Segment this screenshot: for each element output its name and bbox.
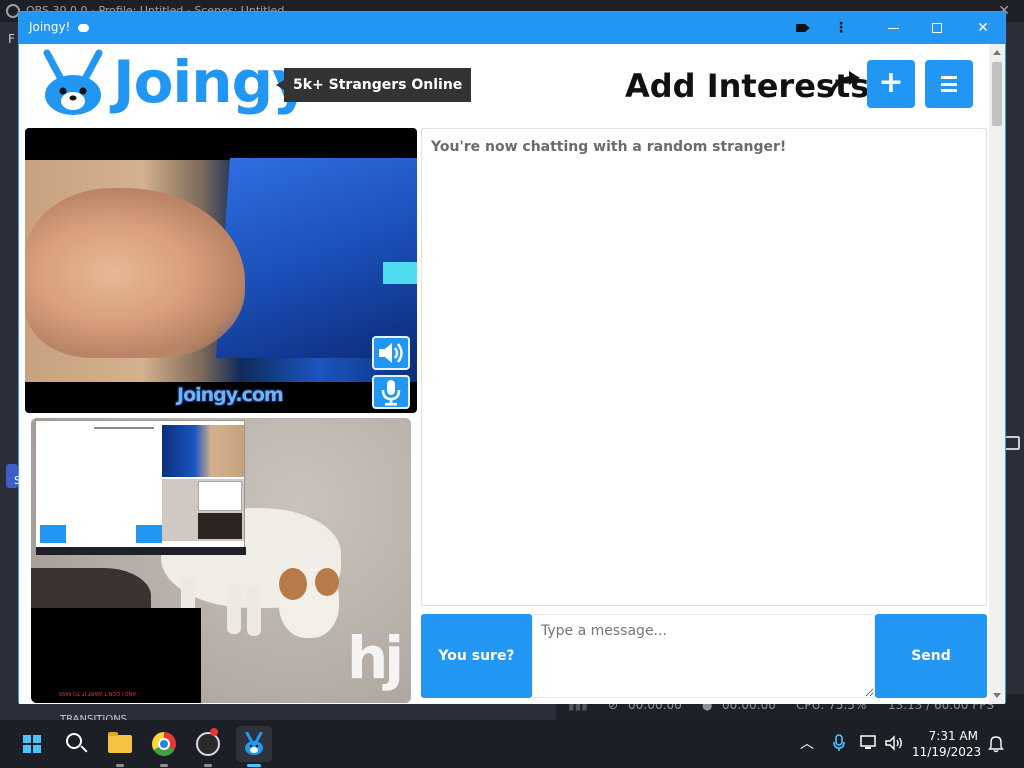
recording-dot-icon	[210, 728, 218, 736]
microphone-toggle-button[interactable]	[372, 375, 410, 409]
obs-scene-letter: S	[14, 474, 21, 487]
microphone-icon	[381, 380, 401, 406]
taskbar: ︿ 7:31 AM 11/19/2023	[0, 720, 1024, 768]
stop-chat-button[interactable]: You sure?	[421, 614, 532, 698]
obs-menu-file[interactable]: F	[8, 32, 15, 46]
scroll-up-icon[interactable]	[993, 50, 1001, 55]
plus-icon: +	[878, 65, 904, 100]
chat-log[interactable]: You're now chatting with a random strang…	[421, 128, 987, 606]
obs-scenes-panel	[0, 390, 18, 710]
pip-stranger-video	[162, 425, 244, 477]
window-title-text: Joingy!	[29, 20, 71, 34]
site-header: Joingy 5k+ Strangers Online Add Interest…	[19, 44, 989, 124]
scroll-thumb[interactable]	[992, 62, 1002, 126]
bunny-logo-icon	[43, 49, 103, 115]
window-title-bar[interactable]: Joingy! ⋮ ✕	[19, 12, 1005, 44]
add-interests-button[interactable]: +	[867, 60, 915, 108]
obs-icon	[196, 732, 220, 756]
chrome-icon	[152, 732, 176, 756]
file-explorer-icon	[108, 732, 132, 753]
send-button[interactable]: Send	[875, 614, 987, 698]
laptop-screen	[216, 158, 417, 358]
close-button[interactable]: ✕	[963, 12, 1003, 44]
pip-stop-button	[40, 525, 66, 543]
self-video: AND I DON'T WANT IT TO PASS hj	[31, 418, 411, 703]
dog-leg	[227, 584, 241, 634]
dog-ear	[315, 568, 339, 596]
page-scrollbar[interactable]	[989, 44, 1005, 704]
chat-status-message: You're now chatting with a random strang…	[431, 139, 787, 155]
pip-self-video	[162, 479, 244, 541]
mirrored-caption: AND I DON'T WANT IT TO PASS	[59, 690, 136, 696]
scroll-down-icon[interactable]	[993, 693, 1001, 698]
minimize-button[interactable]	[873, 12, 913, 44]
pip-taskbar	[36, 547, 246, 555]
joingy-window: Joingy! ⋮ ✕ Joingy 5k+ Strangers Online …	[18, 11, 1006, 704]
online-count-badge: 5k+ Strangers Online	[275, 68, 472, 102]
joingy-logo[interactable]: Joingy	[35, 49, 310, 115]
file-explorer-button[interactable]	[102, 726, 138, 767]
overlay-letters: hj	[347, 624, 404, 692]
screen-highlight	[383, 262, 417, 284]
black-overlay: AND I DON'T WANT IT TO PASS	[31, 608, 201, 703]
joingy-icon	[245, 732, 263, 755]
chevron-up-icon[interactable]: ︿	[800, 720, 814, 768]
chrome-button[interactable]	[146, 726, 182, 767]
obs-dock-icon[interactable]	[1004, 436, 1020, 450]
obs-button[interactable]	[190, 726, 226, 767]
network-icon[interactable]	[860, 735, 878, 751]
clock-date: 11/19/2023	[912, 745, 982, 759]
menu-button[interactable]	[925, 60, 973, 108]
search-button[interactable]	[58, 726, 94, 762]
more-vertical-icon[interactable]: ⋮	[821, 12, 861, 44]
curved-arrow-icon	[829, 71, 860, 96]
joingy-app-button[interactable]	[236, 726, 272, 767]
dog-leg	[247, 586, 261, 636]
video-camera-icon[interactable]	[781, 12, 821, 44]
speaker-icon	[379, 343, 403, 363]
joingy-watermark: Joingy.com	[177, 384, 284, 406]
volume-icon[interactable]	[884, 735, 904, 751]
picture-in-picture-capture	[35, 420, 246, 555]
dog-ear	[279, 568, 307, 600]
pip-send-button	[136, 525, 162, 543]
pip-chat	[38, 425, 162, 545]
stranger-video: Joingy.com	[25, 128, 417, 413]
clock-time: 7:31 AM	[928, 729, 978, 743]
chat-bubble-icon	[78, 23, 90, 32]
page-content: Joingy 5k+ Strangers Online Add Interest…	[19, 44, 989, 704]
window-title: Joingy!	[29, 20, 90, 34]
microphone-tray-icon[interactable]	[832, 734, 846, 752]
start-button[interactable]	[14, 726, 50, 762]
system-clock[interactable]: 7:31 AM 11/19/2023	[912, 728, 982, 760]
sound-toggle-button[interactable]	[372, 336, 410, 370]
chat-controls: You sure? Send	[421, 614, 987, 698]
notification-bell-icon[interactable]	[988, 735, 1004, 753]
message-input[interactable]	[532, 614, 875, 698]
maximize-button[interactable]	[917, 12, 957, 44]
windows-start-icon	[23, 735, 41, 753]
